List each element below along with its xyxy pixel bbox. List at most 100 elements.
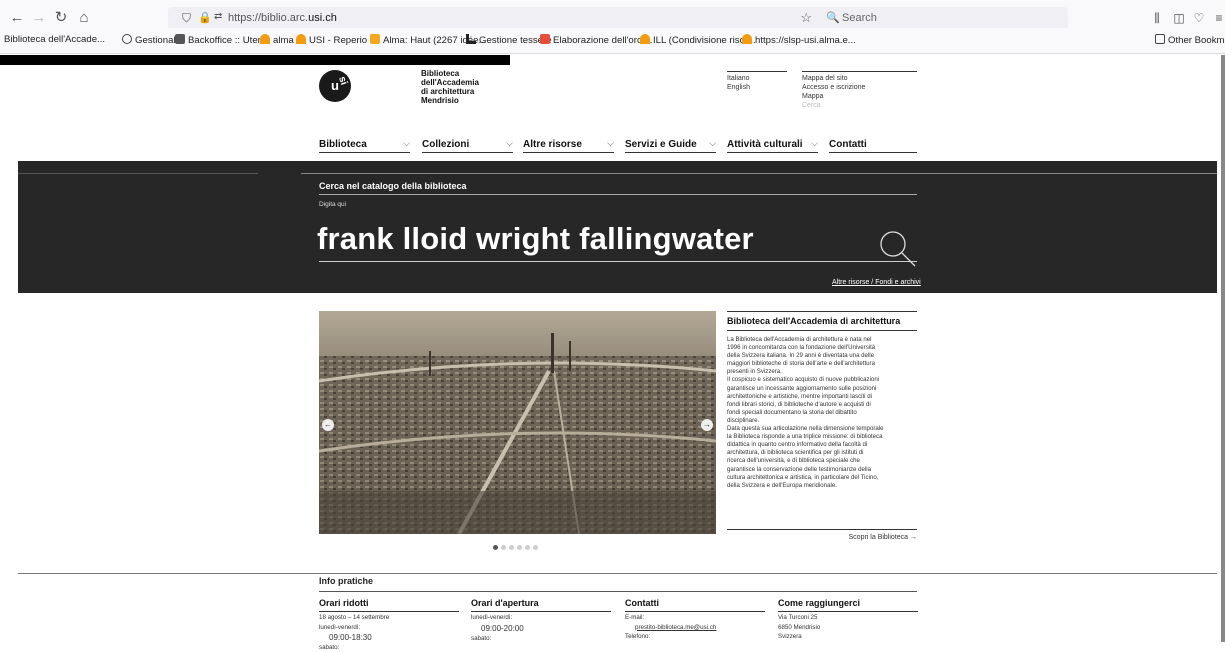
divider	[18, 573, 1217, 574]
directions: Come raggiungerci Via Turconi 25 6850 Me…	[778, 598, 918, 641]
web-page: u si Biblioteca dell'Accademia di archite…	[0, 55, 1225, 651]
lock-icon[interactable]: 🔒	[198, 11, 212, 24]
reduced-hours-title: Orari ridotti	[319, 598, 459, 612]
access-link[interactable]: Accesso e iscrizione	[802, 83, 917, 92]
alma-icon	[296, 34, 306, 44]
opening-hours: Orari d'apertura lunedì-venerdì: 09:00-2…	[471, 598, 611, 642]
contacts: Contatti E-mail: prestito-biblioteca.me@…	[625, 598, 765, 641]
directions-title: Come raggiungerci	[778, 598, 918, 612]
gestione-icon	[466, 34, 476, 44]
divider	[319, 261, 917, 262]
link-altre-risorse[interactable]: Altre risorse / Fondi e archivi	[832, 279, 921, 286]
bookmark-item[interactable]: Backoffice :: Utenti	[175, 34, 268, 46]
alma-icon	[640, 34, 650, 44]
address-text: Via Turconi 25	[778, 614, 818, 621]
usi-logo[interactable]: u si	[319, 70, 351, 102]
url-text[interactable]: https://biblio.arc.usi.ch	[228, 12, 337, 24]
bookmark-item[interactable]: alma	[260, 34, 294, 46]
about-title: Biblioteca dell'Accademia di architettur…	[727, 311, 917, 331]
hours-text: sabato:	[471, 634, 492, 642]
main-nav: Biblioteca ⌵ Collezioni ⌵ Altre risorse ⌵ S…	[319, 138, 917, 153]
divider	[319, 591, 917, 592]
forward-icon[interactable]: →	[30, 9, 48, 27]
email-link[interactable]: prestito-biblioteca.me@usi.ch	[625, 624, 765, 632]
bookmark-item[interactable]: https://slsp-usi.alma.e...	[742, 34, 856, 46]
globe-icon	[122, 34, 132, 44]
image-carousel[interactable]: ← →	[319, 311, 716, 534]
sidebar-icon[interactable]: ◫	[1170, 9, 1188, 27]
divider	[301, 173, 1217, 174]
address-text: Svizzera	[778, 633, 802, 640]
chevron-down-icon: ⌵	[811, 138, 818, 148]
nav-altre-risorse[interactable]: Altre risorse ⌵	[523, 138, 614, 153]
carousel-dot[interactable]	[517, 545, 522, 550]
carousel-prev-button[interactable]: ←	[322, 419, 334, 431]
alma-icon	[260, 34, 270, 44]
search-submit-icon[interactable]	[878, 229, 918, 269]
bookmark-item[interactable]: ILL (Condivisione risor...	[640, 34, 756, 46]
menu-icon[interactable]: ≡	[1210, 9, 1225, 27]
bookmark-item[interactable]: USI - Reperio	[296, 34, 367, 46]
haut-icon	[370, 34, 380, 44]
bookmark-item[interactable]: Gestionale	[122, 34, 181, 46]
folder-icon	[1155, 34, 1165, 44]
divider	[18, 173, 258, 174]
hours-text: 18 agosto – 14 settembre	[319, 614, 390, 621]
chevron-down-icon: ⌵	[607, 138, 614, 148]
divider	[319, 194, 917, 195]
search-hint: Digita qui	[319, 201, 347, 208]
library-icon[interactable]: ⫼	[1148, 9, 1166, 27]
catalog-search-input[interactable]: frank lloid wright fallingwater	[317, 221, 754, 257]
shield-icon[interactable]: ⛉	[182, 11, 191, 26]
carousel-dot[interactable]	[525, 545, 530, 550]
bookmark-star-icon[interactable]: ☆	[800, 10, 812, 26]
sitemap-link[interactable]: Mappa del sito	[802, 74, 917, 83]
contacts-title: Contatti	[625, 598, 765, 612]
about-section: Biblioteca dell'Accademia di architettur…	[727, 311, 917, 490]
carousel-dot[interactable]	[501, 545, 506, 550]
home-icon[interactable]: ⌂	[75, 9, 93, 27]
carousel-dot[interactable]	[509, 545, 514, 550]
map-link[interactable]: Mappa	[802, 92, 917, 101]
bookmark-item[interactable]: Biblioteca dell'Accade...	[4, 34, 105, 45]
pocket-icon[interactable]: ♡	[1190, 9, 1208, 27]
language-switcher: Italiano English	[727, 71, 787, 92]
scrollbar[interactable]	[1221, 55, 1225, 642]
catalog-search-panel: Cerca nel catalogo della biblioteca Digi…	[18, 161, 1217, 293]
carousel-dots	[493, 537, 541, 550]
contact-text: Telefono:	[625, 633, 651, 640]
hours-text: sabato:	[319, 644, 340, 651]
chevron-down-icon: ⌵	[506, 138, 513, 148]
backoffice-icon	[175, 34, 185, 44]
nav-contatti[interactable]: Contatti	[829, 139, 917, 153]
top-black-bar	[0, 55, 510, 65]
hours-text: lunedì-venerdì:	[319, 623, 361, 631]
city-engraving-image	[319, 311, 716, 534]
lang-english[interactable]: English	[727, 83, 787, 92]
calendar-icon	[540, 34, 550, 44]
nav-biblioteca[interactable]: Biblioteca ⌵	[319, 138, 410, 153]
other-bookmarks[interactable]: Other Bookmarks	[1155, 34, 1225, 46]
back-icon[interactable]: ←	[8, 9, 26, 27]
hours-text: lunedì-venerdì:	[471, 614, 513, 621]
search-link[interactable]: Cerca	[802, 101, 917, 110]
nav-servizi-guide[interactable]: Servizi e Guide ⌵	[625, 138, 716, 153]
discover-library-link[interactable]: Scopri la Biblioteca →	[727, 529, 917, 541]
reload-icon[interactable]: ↻	[52, 9, 70, 27]
permissions-icon[interactable]: ⇄	[214, 11, 222, 22]
bookmark-item[interactable]: Elaborazione dell'ordi...	[540, 34, 652, 46]
nav-collezioni[interactable]: Collezioni ⌵	[422, 138, 513, 153]
institution-name[interactable]: Biblioteca dell'Accademia di architettur…	[421, 69, 479, 105]
nav-attivita-culturali[interactable]: Attività culturali ⌵	[727, 138, 818, 153]
alma-icon	[742, 34, 752, 44]
hours-text: 09:00-20:00	[481, 623, 524, 633]
site-links: Mappa del sito Accesso e iscrizione Mapp…	[802, 71, 917, 110]
bookmark-item[interactable]: Gestione tessere	[466, 34, 552, 46]
carousel-dot[interactable]	[493, 545, 498, 550]
carousel-dot[interactable]	[533, 545, 538, 550]
reduced-hours: Orari ridotti 18 agosto – 14 settembre l…	[319, 598, 459, 652]
chevron-down-icon: ⌵	[403, 138, 410, 148]
carousel-next-button[interactable]: →	[701, 419, 713, 431]
lang-italiano[interactable]: Italiano	[727, 74, 787, 83]
opening-hours-title: Orari d'apertura	[471, 598, 611, 612]
